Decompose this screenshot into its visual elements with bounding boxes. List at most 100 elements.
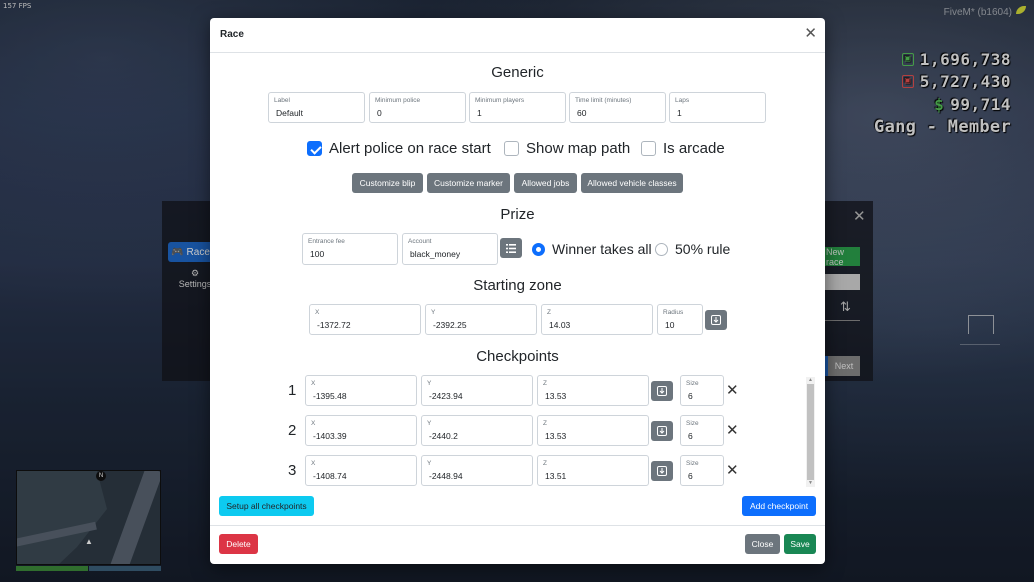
delete-button[interactable]: Delete <box>219 534 258 554</box>
laps-label: Laps <box>675 97 690 104</box>
checkpoint-set-position-button[interactable] <box>651 381 673 401</box>
checkpoint-size-field[interactable]: Size 6 <box>680 375 724 406</box>
radio-selected-icon[interactable] <box>532 242 545 256</box>
checkpoint-z-field[interactable]: Z 13.51 <box>537 455 649 486</box>
start-set-position-button[interactable] <box>705 310 727 330</box>
start-z-field[interactable]: Z 14.03 <box>541 304 653 335</box>
laps-field[interactable]: Laps 1 <box>669 92 766 123</box>
checkpoint-z-field[interactable]: Z 13.53 <box>537 375 649 406</box>
checkpoint-z-value: 13.51 <box>545 471 567 481</box>
start-x-label: X <box>315 309 320 316</box>
scroll-up-icon[interactable]: ▲ <box>808 377 813 383</box>
save-button[interactable]: Save <box>784 534 816 554</box>
time-limit-label: Time limit (minutes) <box>575 97 632 104</box>
checkpoint-y-field[interactable]: Y -2440.2 <box>421 415 533 446</box>
label-field-value: Default <box>276 108 303 118</box>
start-y-field[interactable]: Y -2392.25 <box>425 304 537 335</box>
checkpoint-set-position-button[interactable] <box>651 461 673 481</box>
checkpoint-size-value: 6 <box>688 431 693 441</box>
fifty-percent-rule-radio[interactable]: 50% rule <box>655 241 730 257</box>
winner-takes-all-radio[interactable]: Winner takes all <box>532 241 652 257</box>
checkpoint-x-field[interactable]: X -1395.48 <box>305 375 417 406</box>
checkpoint-set-position-button[interactable] <box>651 421 673 441</box>
radio-unselected-icon[interactable] <box>655 242 668 256</box>
checkpoint-x-field[interactable]: X -1403.39 <box>305 415 417 446</box>
checkpoint-size-field[interactable]: Size 6 <box>680 415 724 446</box>
modal-header: Race ✕ <box>210 18 825 53</box>
checkbox-unchecked-icon[interactable] <box>504 141 519 156</box>
modal-title: Race <box>220 29 244 40</box>
alert-police-checkbox[interactable]: Alert police on race start <box>307 140 491 157</box>
add-checkpoint-button[interactable]: Add checkpoint <box>742 496 816 516</box>
start-z-label: Z <box>547 309 551 316</box>
download-icon <box>657 466 667 476</box>
start-x-field[interactable]: X -1372.72 <box>309 304 421 335</box>
remove-checkpoint-icon[interactable]: ✕ <box>726 383 739 398</box>
start-radius-label: Radius <box>663 309 684 316</box>
label-field-label: Label <box>274 97 290 104</box>
checkpoint-y-value: -2448.94 <box>429 471 463 481</box>
show-map-path-checkbox[interactable]: Show map path <box>504 140 630 157</box>
checkpoint-z-value: 13.53 <box>545 431 567 441</box>
scroll-down-icon[interactable]: ▼ <box>808 480 813 486</box>
minimum-players-label: Minimum players <box>475 97 525 104</box>
start-radius-field[interactable]: Radius 10 <box>657 304 703 335</box>
checkpoint-z-label: Z <box>543 420 547 427</box>
time-limit-field[interactable]: Time limit (minutes) 60 <box>569 92 666 123</box>
checkpoint-size-field[interactable]: Size 6 <box>680 455 724 486</box>
label-field[interactable]: Label Default <box>268 92 365 123</box>
checkbox-unchecked-icon[interactable] <box>641 141 656 156</box>
checkpoint-x-label: X <box>311 380 316 387</box>
checkpoint-y-label: Y <box>427 420 432 427</box>
minimum-players-value: 1 <box>477 108 482 118</box>
starting-zone-heading: Starting zone <box>473 277 562 294</box>
checkpoint-size-value: 6 <box>688 391 693 401</box>
start-y-label: Y <box>431 309 436 316</box>
checkpoint-z-value: 13.53 <box>545 391 567 401</box>
checkpoint-x-label: X <box>311 420 316 427</box>
checkpoint-z-label: Z <box>543 380 547 387</box>
close-button[interactable]: Close <box>745 534 780 554</box>
laps-value: 1 <box>677 108 682 118</box>
minimum-players-field[interactable]: Minimum players 1 <box>469 92 566 123</box>
checkpoint-x-field[interactable]: X -1408.74 <box>305 455 417 486</box>
checkpoint-size-label: Size <box>686 380 699 387</box>
customize-marker-button[interactable]: Customize marker <box>427 173 510 193</box>
allowed-jobs-button[interactable]: Allowed jobs <box>514 173 577 193</box>
checkpoint-z-field[interactable]: Z 13.53 <box>537 415 649 446</box>
download-icon <box>657 426 667 436</box>
download-icon <box>657 386 667 396</box>
close-icon[interactable]: ✕ <box>804 26 817 41</box>
checkpoint-z-label: Z <box>543 460 547 467</box>
checkbox-checked-icon[interactable] <box>307 141 322 156</box>
is-arcade-checkbox[interactable]: Is arcade <box>641 140 725 157</box>
remove-checkpoint-icon[interactable]: ✕ <box>726 423 739 438</box>
start-z-value: 14.03 <box>549 320 571 330</box>
checkpoint-y-label: Y <box>427 460 432 467</box>
show-map-path-label: Show map path <box>526 140 631 157</box>
setup-all-checkpoints-button[interactable]: Setup all checkpoints <box>219 496 314 516</box>
scrollbar-thumb[interactable] <box>807 384 814 480</box>
time-limit-value: 60 <box>577 108 587 118</box>
customize-blip-button[interactable]: Customize blip <box>352 173 423 193</box>
checkpoint-size-label: Size <box>686 460 699 467</box>
remove-checkpoint-icon[interactable]: ✕ <box>726 463 739 478</box>
checkpoint-size-value: 6 <box>688 471 693 481</box>
minimum-police-value: 0 <box>377 108 382 118</box>
account-list-button[interactable] <box>500 238 522 258</box>
minimum-police-field[interactable]: Minimum police 0 <box>369 92 466 123</box>
allowed-vehicle-classes-button[interactable]: Allowed vehicle classes <box>581 173 683 193</box>
checkpoint-y-field[interactable]: Y -2423.94 <box>421 375 533 406</box>
checkpoint-y-field[interactable]: Y -2448.94 <box>421 455 533 486</box>
prize-heading: Prize <box>500 206 535 223</box>
checkpoint-number: 2 <box>288 422 297 439</box>
entrance-fee-value: 100 <box>310 249 325 259</box>
entrance-fee-field[interactable]: Entrance fee 100 <box>302 233 398 265</box>
minimum-police-label: Minimum police <box>375 97 421 104</box>
account-field[interactable]: Account black_money <box>402 233 498 265</box>
checkpoint-x-value: -1403.39 <box>313 431 347 441</box>
checkpoint-y-value: -2423.94 <box>429 391 463 401</box>
checkpoint-x-label: X <box>311 460 316 467</box>
start-radius-value: 10 <box>665 320 675 330</box>
race-modal: Race ✕ Generic Label Default Minimum pol… <box>210 18 825 564</box>
